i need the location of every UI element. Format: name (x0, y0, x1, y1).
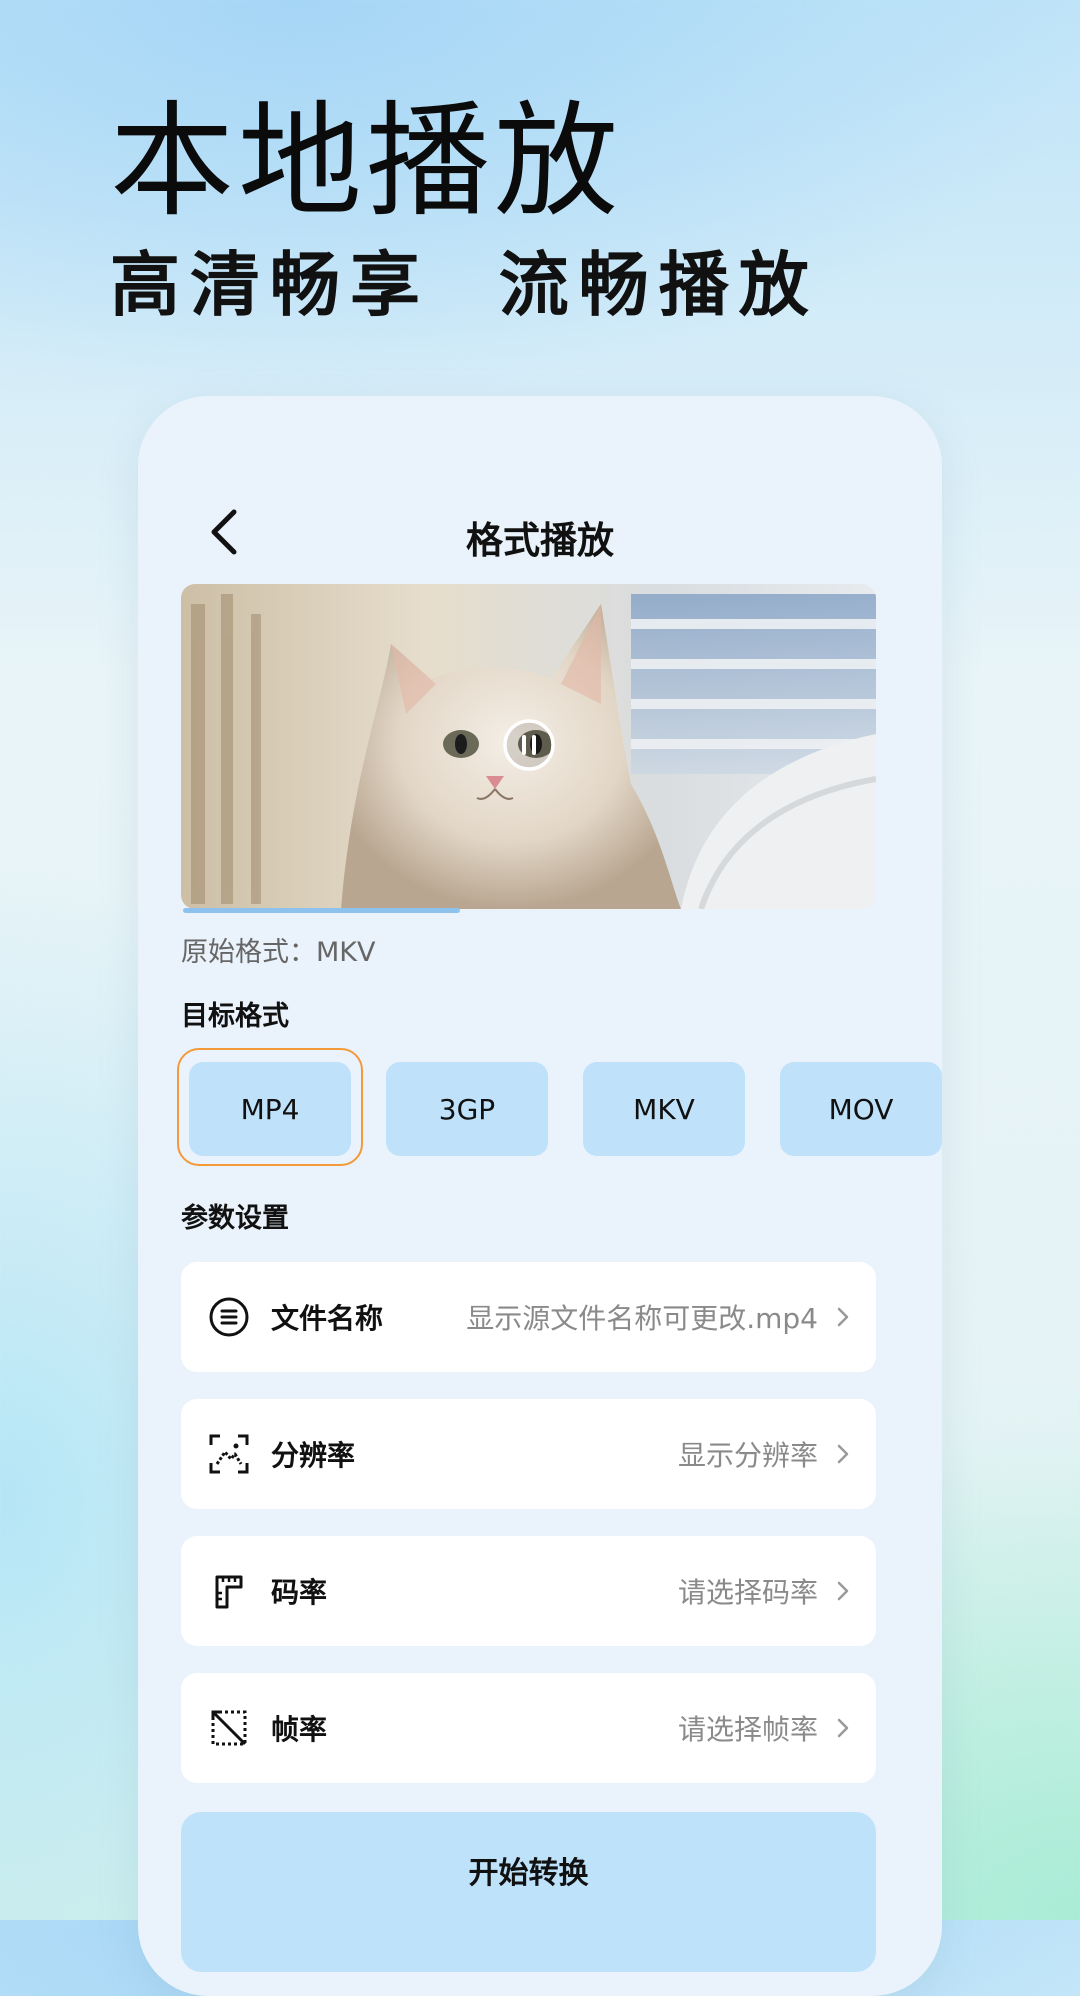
param-value: 请选择帧率 (677, 1713, 818, 1746)
bitrate-icon (215, 1575, 243, 1609)
phone-mockup: 格式播放 原始格式：MKV 目标格式 MP4 3GP MKV MOV 参数设置 … (138, 396, 942, 1996)
params-heading: 参数设置 (181, 1203, 289, 1234)
param-value: 显示分辨率 (677, 1439, 818, 1472)
video-player[interactable] (181, 584, 876, 909)
param-label: 帧率 (271, 1713, 328, 1746)
video-progress-fill (183, 908, 460, 913)
chevron-right-icon (837, 1581, 849, 1601)
video-progress-bar[interactable] (183, 908, 875, 913)
framerate-icon (211, 1710, 247, 1746)
original-format-label: 原始格式：MKV (181, 937, 376, 968)
start-convert-label: 开始转换 (468, 1856, 589, 1891)
resolution-icon (209, 1434, 249, 1474)
hero-title: 本地播放 (110, 90, 623, 234)
param-label: 分辨率 (271, 1439, 356, 1472)
param-row-bitrate[interactable]: 码率 请选择码率 (181, 1536, 876, 1646)
chevron-right-icon (837, 1718, 849, 1738)
file-name-icon (209, 1297, 249, 1337)
start-convert-button[interactable]: 开始转换 (181, 1812, 876, 1972)
param-row-framerate[interactable]: 帧率 请选择帧率 (181, 1673, 876, 1783)
nav-bar: 格式播放 (138, 496, 942, 566)
chevron-right-icon (837, 1307, 849, 1327)
format-option-3gp[interactable]: 3GP (386, 1062, 548, 1156)
format-option-mov[interactable]: MOV (780, 1062, 942, 1156)
chevron-right-icon (837, 1444, 849, 1464)
pause-icon[interactable] (501, 717, 557, 773)
hero-subtitle: 高清畅享 流畅播放 (110, 244, 819, 326)
page-title: 格式播放 (466, 519, 614, 562)
format-option-mp4[interactable]: MP4 (189, 1062, 351, 1156)
param-value: 显示源文件名称可更改.mp4 (466, 1302, 818, 1335)
param-label: 文件名称 (271, 1302, 384, 1335)
target-format-heading: 目标格式 (181, 1001, 289, 1032)
format-option-mkv[interactable]: MKV (583, 1062, 745, 1156)
param-row-file-name[interactable]: 文件名称 显示源文件名称可更改.mp4 (181, 1262, 876, 1372)
param-value: 请选择码率 (677, 1576, 818, 1609)
param-row-resolution[interactable]: 分辨率 显示分辨率 (181, 1399, 876, 1509)
param-label: 码率 (271, 1576, 328, 1609)
